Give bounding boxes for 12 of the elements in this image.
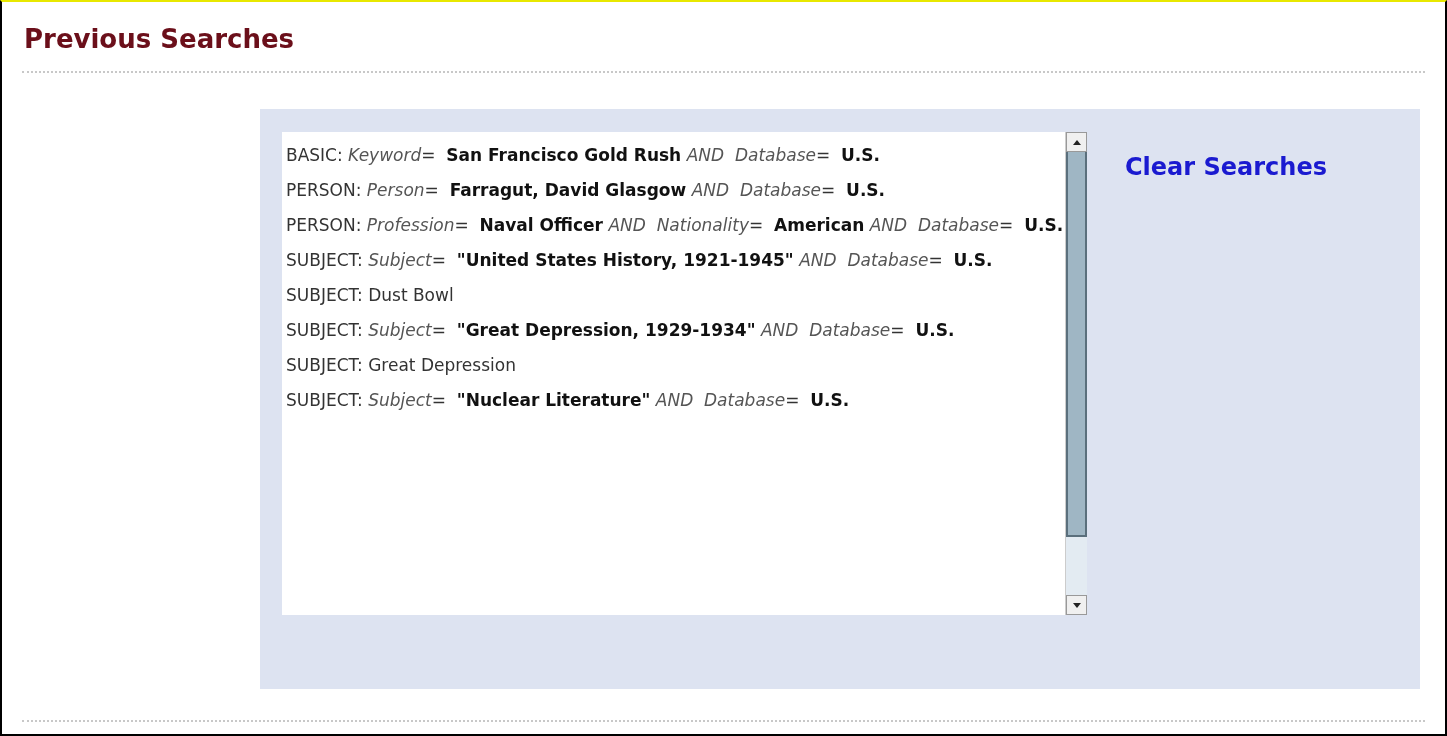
- scrollbar[interactable]: [1065, 132, 1087, 615]
- search-entry[interactable]: SUBJECT: Great Depression: [286, 352, 1065, 379]
- search-entry[interactable]: SUBJECT: Subject= "Great Depression, 1929-1934" AND Database= U.S.: [286, 317, 1065, 344]
- search-entry[interactable]: SUBJECT: Dust Bowl: [286, 282, 1065, 309]
- section-title: Previous Searches: [23, 23, 295, 56]
- search-entry[interactable]: PERSON: Profession= Naval Officer AND Nationality= American AND Database= U.S.: [286, 212, 1065, 239]
- search-entry[interactable]: PERSON: Person= Farragut, David Glasgow AND Database= U.S.: [286, 177, 1065, 204]
- clear-searches-link[interactable]: Clear Searches: [1125, 149, 1327, 185]
- scroll-thumb[interactable]: [1066, 152, 1087, 537]
- search-entry[interactable]: SUBJECT: Subject= "Nuclear Literature" AND Database= U.S.: [286, 387, 1065, 414]
- search-entry[interactable]: BASIC: Keyword= San Francisco Gold Rush AND Database= U.S.: [286, 142, 1065, 169]
- search-entry[interactable]: SUBJECT: Subject= "United States History, 1921-1945" AND Database= U.S.: [286, 247, 1065, 274]
